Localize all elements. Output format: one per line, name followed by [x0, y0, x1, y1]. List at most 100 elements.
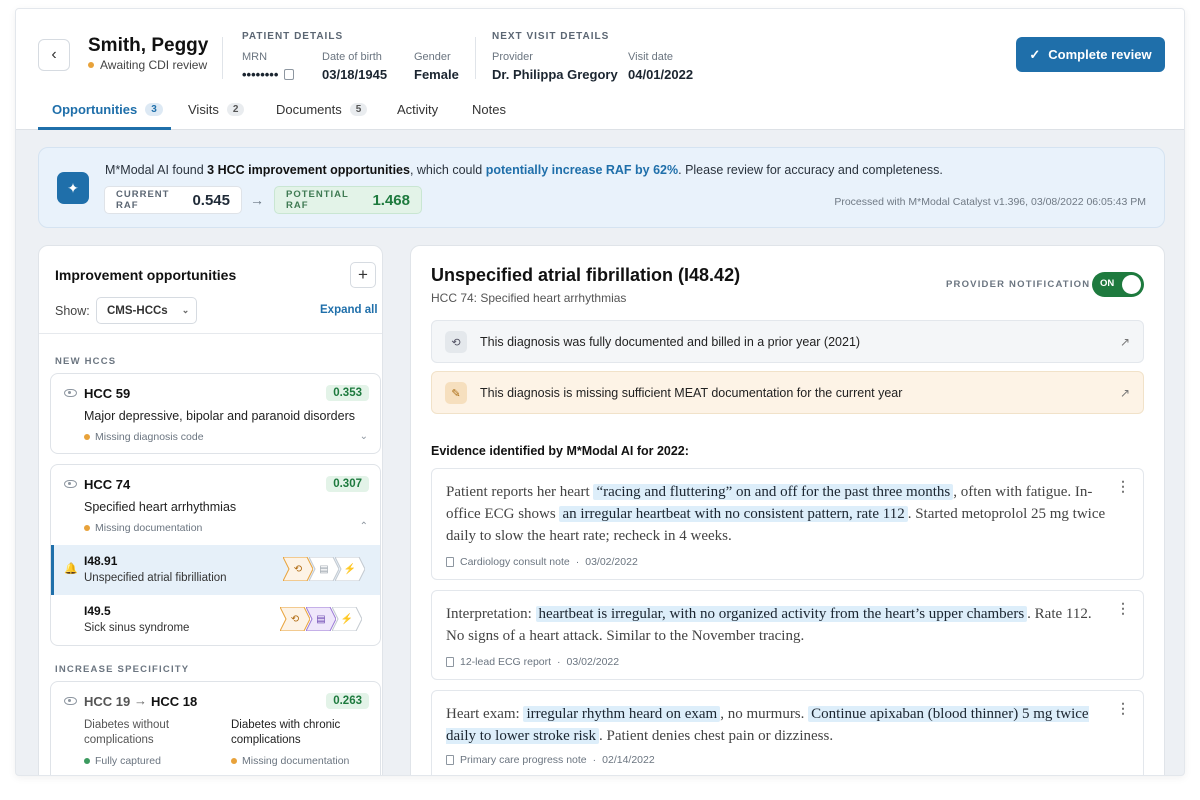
group-title-new: NEW HCCS [55, 356, 117, 367]
hcc-code-from: HCC 19 [84, 694, 131, 709]
tab-activity[interactable]: Activity [397, 102, 438, 117]
evidence-card: Interpretation: heartbeat is irregular, … [431, 590, 1144, 680]
diagnosis-detail-panel: Unspecified atrial fibrillation (I48.42)… [410, 245, 1165, 775]
tab-label: Activity [397, 102, 439, 117]
evidence-text: Heart exam: irregular rhythm heard on ex… [446, 706, 1089, 744]
add-button[interactable]: + [350, 262, 376, 288]
tab-opportunities[interactable]: Opportunities 3 [52, 102, 163, 117]
processed-info: Processed with M*Modal Catalyst v1.396, … [834, 196, 1146, 208]
hcc-to-status: Missing documentation [231, 755, 349, 767]
document-icon [446, 557, 454, 567]
active-tab-indicator [38, 127, 171, 130]
app-window: ‹ Smith, Peggy Awaiting CDI review PATIE… [15, 8, 1185, 776]
divider [222, 37, 223, 79]
evidence-text: Interpretation: heartbeat is irregular, … [446, 606, 1092, 644]
evidence-source[interactable]: Primary care progress note · 02/14/2022 [446, 754, 655, 766]
tab-bar: Opportunities 3 Visits 2 Documents 5 Activi… [16, 89, 1184, 130]
visit-date-field: Visit date 04/01/2022 [628, 51, 693, 82]
evidence-text: Patient reports her heart “racing and fl… [446, 484, 1106, 544]
raf-score-badge: 0.353 [326, 385, 369, 401]
hcc-code: HCC 59 [84, 386, 131, 401]
opportunities-panel: Improvement opportunities + Show: CMS-HC… [38, 245, 383, 775]
chevron-down-icon[interactable]: ⌄ [360, 431, 368, 442]
hcc-from-description: Diabetes without complications [84, 719, 170, 746]
sparkle-icon: ✦ [57, 172, 89, 204]
complete-review-button[interactable]: ✓ Complete review [1016, 37, 1165, 72]
chevron-left-icon: ‹ [51, 46, 57, 63]
evidence-card: Heart exam: irregular rhythm heard on ex… [431, 690, 1144, 775]
eye-icon[interactable] [64, 389, 77, 397]
chevron-up-icon[interactable]: ⌃ [360, 521, 368, 532]
meat-warning-notice[interactable]: ✎ This diagnosis is missing sufficient M… [431, 371, 1144, 414]
diagnosis-code: I49.5 [84, 604, 111, 618]
evidence-highlight[interactable]: “racing and fluttering” on and off for t… [593, 484, 954, 500]
evidence-highlight[interactable]: an irregular heartbeat with no consisten… [559, 506, 908, 522]
arrow-right-icon: → [250, 192, 264, 208]
prior-year-notice[interactable]: ⟲ This diagnosis was fully documented an… [431, 320, 1144, 363]
hcc-card[interactable]: HCC 74 0.307 Specified heart arrhythmias… [50, 464, 381, 646]
raf-score-badge: 0.263 [326, 693, 369, 709]
current-raf-badge: CURRENT RAF 0.545 [104, 186, 242, 214]
copy-icon[interactable] [284, 69, 295, 80]
mrn-field: MRN •••••••• [242, 51, 295, 82]
diagnosis-subtitle: HCC 74: Specified heart arrhythmias [431, 291, 627, 305]
patient-header: ‹ Smith, Peggy Awaiting CDI review PATIE… [16, 9, 1184, 89]
hcc-description: Specified heart arrhythmias [84, 500, 237, 514]
tab-label: Documents [276, 102, 342, 117]
raf-increase-link[interactable]: potentially increase RAF by 62% [486, 163, 678, 177]
diagnosis-title: Unspecified atrial fibrillation (I48.42) [431, 265, 741, 285]
plus-icon: + [358, 265, 368, 284]
pencil-icon: ✎ [445, 382, 467, 404]
external-link-icon[interactable]: ↗ [1120, 386, 1130, 400]
hcc-card[interactable]: HCC 19 → HCC 18 0.263 Diabetes without c… [50, 681, 381, 775]
toggle-knob [1122, 275, 1141, 294]
evidence-source[interactable]: Cardiology consult note · 03/02/2022 [446, 556, 638, 568]
group-title-specificity: INCREASE SPECIFICITY [55, 664, 190, 675]
tab-count-badge: 5 [349, 103, 368, 116]
more-options-icon[interactable]: ⋮ [1116, 601, 1130, 615]
diagnosis-row[interactable]: 🔔 I48.91 Unspecified atrial fibrilliatio… [51, 545, 380, 595]
hcc-status: Missing diagnosis code [84, 431, 204, 443]
visit-date-label: Visit date [628, 51, 674, 63]
hcc-card[interactable]: HCC 59 0.353 Major depressive, bipolar a… [50, 373, 381, 454]
potential-raf-label: POTENTIAL RAF [286, 189, 349, 211]
tab-visits[interactable]: Visits 2 [188, 102, 245, 117]
eye-icon[interactable] [64, 480, 77, 488]
dob-field: Date of birth 03/18/1945 [322, 51, 387, 82]
bell-icon: 🔔 [64, 563, 78, 575]
hcc-code-to: HCC 18 [151, 694, 198, 709]
tab-label: Notes [472, 102, 506, 117]
mrn-label: MRN [242, 51, 268, 63]
hcc-type-select[interactable]: CMS-HCCs ⌄ [96, 297, 197, 324]
tab-label: Opportunities [52, 102, 138, 117]
provider-value: Dr. Philippa Gregory [492, 67, 618, 82]
toggle-label: ON [1100, 278, 1115, 289]
diagnosis-row[interactable]: I49.5 Sick sinus syndrome ⟲ ▤ ⚡ [51, 595, 380, 645]
mrn-value: •••••••• [242, 67, 279, 82]
evidence-highlight[interactable]: irregular rhythm heard on exam [523, 706, 721, 722]
tab-notes[interactable]: Notes [472, 102, 506, 117]
check-icon: ✓ [1029, 46, 1041, 62]
evidence-title: Evidence identified by M*Modal AI for 20… [431, 444, 689, 458]
expand-all-link[interactable]: Expand all [320, 304, 378, 316]
provider-field: Provider Dr. Philippa Gregory [492, 51, 618, 82]
evidence-highlight[interactable]: heartbeat is irregular, with no organize… [535, 606, 1028, 622]
evidence-source[interactable]: 12-lead ECG report · 03/02/2022 [446, 656, 619, 668]
more-options-icon[interactable]: ⋮ [1116, 479, 1130, 493]
more-options-icon[interactable]: ⋮ [1116, 701, 1130, 715]
provider-notification-toggle[interactable]: ON [1092, 272, 1144, 297]
notice-text: This diagnosis was fully documented and … [480, 334, 861, 349]
back-button[interactable]: ‹ [38, 39, 70, 71]
provider-notification-label: PROVIDER NOTIFICATION [946, 279, 1091, 290]
potential-raf-badge: POTENTIAL RAF 1.468 [274, 186, 422, 214]
divider [39, 333, 382, 334]
patient-status-text: Awaiting CDI review [100, 58, 208, 72]
chevron-down-icon: ⌄ [181, 305, 190, 315]
divider [475, 37, 476, 79]
select-value: CMS-HCCs [107, 304, 168, 317]
hcc-to-description: Diabetes with chronic complications [231, 719, 341, 746]
external-link-icon[interactable]: ↗ [1120, 335, 1130, 349]
eye-icon[interactable] [64, 697, 77, 705]
tab-documents[interactable]: Documents 5 [276, 102, 368, 117]
show-label: Show: [55, 304, 90, 318]
